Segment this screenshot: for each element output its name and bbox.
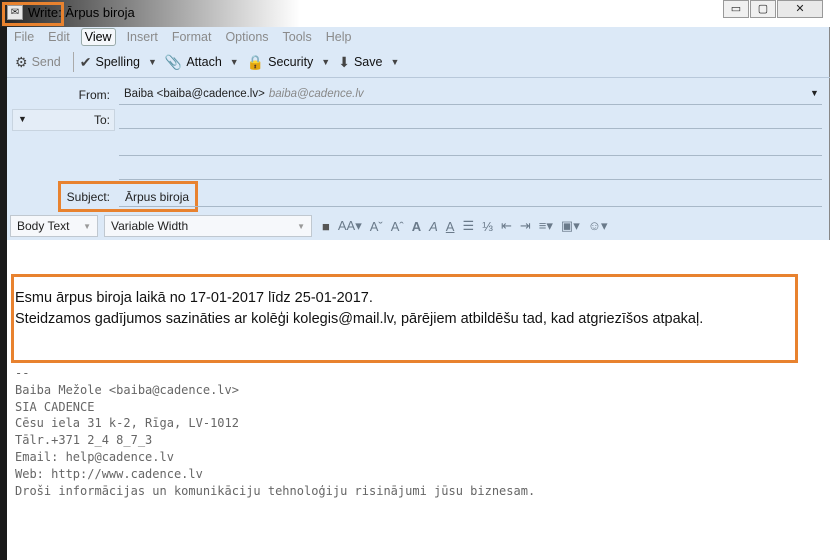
security-button[interactable]: 🔒 Security	[247, 54, 314, 71]
maximize-button[interactable]: ▢	[750, 0, 776, 18]
signature-line: SIA CADENCE	[15, 399, 95, 414]
from-select[interactable]: Baiba <baiba@cadence.lv> baiba@cadence.lv	[124, 88, 364, 100]
checkmark-icon: ✔	[79, 53, 92, 70]
chevron-down-icon: ▼	[297, 221, 305, 231]
menu-format[interactable]: Format	[169, 29, 215, 45]
save-label: Save	[353, 55, 383, 69]
menu-edit[interactable]: Edit	[45, 29, 73, 45]
spelling-dropdown-icon[interactable]: ▼	[148, 57, 157, 67]
divider	[119, 179, 822, 180]
menu-insert[interactable]: Insert	[124, 29, 161, 45]
from-value: Baiba <baiba@cadence.lv>	[124, 88, 265, 100]
bullet-list-icon[interactable]: ☰	[462, 218, 474, 234]
security-label: Security	[268, 55, 314, 69]
send-label: Send	[31, 55, 61, 69]
menu-help[interactable]: Help	[323, 29, 355, 45]
menu-view[interactable]: View	[80, 28, 116, 46]
divider	[7, 77, 830, 78]
larger-text-icon[interactable]: Aˆ	[391, 219, 404, 234]
font-select[interactable]: Variable Width ▼	[104, 215, 312, 237]
highlight-box-body	[11, 274, 798, 363]
divider	[119, 155, 822, 156]
window-frame	[0, 0, 7, 560]
from-identity: baiba@cadence.lv	[268, 88, 364, 100]
from-dropdown-icon[interactable]: ▼	[810, 88, 819, 98]
signature-line: Tālr.+371 2_4 8_7_3	[15, 433, 153, 448]
compose-toolbar: ⚙ Send ✔ Spelling ▼ 📎 Attach ▼ 🔒 Security ▼ …	[7, 49, 407, 75]
font-value: Variable Width	[111, 219, 189, 233]
divider	[119, 104, 822, 105]
divider	[72, 52, 74, 72]
signature-line: Droši informācijas un komunikāciju tehno…	[15, 483, 536, 498]
italic-icon[interactable]: A	[429, 219, 438, 234]
text-color-icon[interactable]: ■	[322, 219, 330, 234]
smaller-text-icon[interactable]: Aˇ	[370, 219, 383, 234]
insert-object-icon[interactable]: ▣▾	[561, 218, 580, 234]
signature: -- Baiba Mežole <baiba@cadence.lv> SIA CAD…	[15, 365, 535, 499]
highlight-box-title	[2, 2, 64, 26]
menu-file[interactable]: File	[11, 29, 37, 45]
highlight-box-subject	[58, 181, 198, 212]
outdent-icon[interactable]: ⇤	[501, 218, 512, 234]
numbered-list-icon[interactable]: ⅓	[482, 219, 493, 234]
signature-line: Web: http://www.cadence.lv	[15, 466, 203, 481]
signature-line: Email: help@cadence.lv	[15, 449, 174, 464]
attach-button[interactable]: 📎 Attach	[165, 54, 222, 71]
send-icon: ⚙	[15, 53, 28, 70]
menu-tools[interactable]: Tools	[280, 29, 315, 45]
to-label: To:	[93, 113, 110, 127]
bold-icon[interactable]: A	[412, 219, 421, 234]
title-bar: ✉ Write: Ārpus biroja ▭ ▢ ✕	[0, 0, 837, 27]
signature-line: --	[15, 366, 30, 380]
message-body-editor[interactable]: Esmu ārpus biroja laikā no 17-01-2017 lī…	[7, 240, 830, 560]
spelling-button[interactable]: ✔ Spelling	[80, 54, 140, 71]
close-button[interactable]: ✕	[777, 0, 823, 18]
from-label: From:	[78, 88, 110, 102]
smiley-icon[interactable]: ☺▾	[588, 218, 608, 234]
chevron-down-icon: ▼	[83, 221, 91, 231]
divider	[119, 206, 822, 207]
save-button[interactable]: ⬇ Save	[338, 54, 382, 71]
chevron-down-icon: ▼	[18, 114, 27, 124]
indent-icon[interactable]: ⇥	[520, 218, 531, 234]
paragraph-style-select[interactable]: Body Text ▼	[10, 215, 98, 237]
menu-bar: File Edit View Insert Format Options Too…	[7, 27, 362, 47]
font-size-icon[interactable]: AA▾	[338, 218, 362, 234]
save-arrow-icon: ⬇	[338, 53, 350, 70]
paragraph-style-value: Body Text	[17, 219, 70, 233]
align-icon[interactable]: ≡▾	[539, 218, 553, 234]
signature-line: Cēsu iela 31 k-2, Rīga, LV-1012	[15, 416, 239, 431]
save-dropdown-icon[interactable]: ▼	[390, 57, 399, 67]
paperclip-icon: 📎	[164, 53, 183, 70]
send-button[interactable]: ⚙ Send	[15, 54, 61, 71]
divider	[119, 128, 822, 129]
attach-dropdown-icon[interactable]: ▼	[230, 57, 239, 67]
menu-options[interactable]: Options	[222, 29, 271, 45]
minimize-button[interactable]: ▭	[723, 0, 749, 18]
security-dropdown-icon[interactable]: ▼	[321, 57, 330, 67]
spelling-label: Spelling	[95, 55, 140, 69]
format-toolbar: Body Text ▼ Variable Width ▼ ■ AA▾ Aˇ Aˆ A…	[7, 212, 830, 240]
signature-line: Baiba Mežole <baiba@cadence.lv>	[15, 382, 239, 397]
attach-label: Attach	[186, 55, 222, 69]
lock-icon: 🔒	[246, 53, 265, 70]
underline-icon[interactable]: A	[446, 219, 455, 234]
